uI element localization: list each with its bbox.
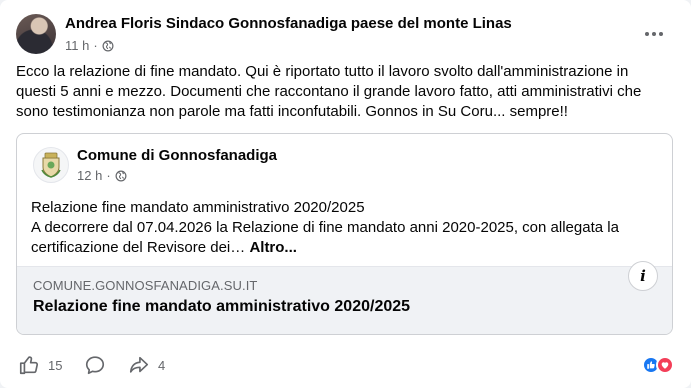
- author-avatar[interactable]: [16, 14, 56, 54]
- globe-icon: [115, 170, 127, 181]
- info-icon[interactable]: i: [628, 261, 658, 291]
- share-icon: [129, 356, 149, 373]
- shared-post-meta: 12 h ·: [77, 168, 127, 183]
- meta-separator: ·: [93, 38, 98, 53]
- shared-post[interactable]: Comune di Gonnosfanadiga 12 h · Relazion…: [16, 133, 673, 335]
- shared-post-time[interactable]: 12 h: [77, 168, 102, 183]
- link-preview[interactable]: COMUNE.GONNOSFANADIGA.SU.IT Relazione fi…: [17, 261, 672, 334]
- like-count: 15: [48, 357, 63, 373]
- post-text: Ecco la relazione di fine mandato. Qui è…: [16, 63, 642, 120]
- shared-post-body: A decorrere dal 07.04.2026 la Relazione …: [31, 218, 651, 258]
- post-card: Andrea Floris Sindaco Gonnosfanadiga pae…: [0, 0, 691, 388]
- like-button[interactable]: 15: [18, 354, 62, 376]
- comment-button[interactable]: [84, 354, 106, 376]
- post-time[interactable]: 11 h: [65, 38, 89, 53]
- more-options-icon[interactable]: [640, 22, 668, 46]
- share-count: 4: [158, 357, 166, 373]
- globe-icon: [102, 40, 114, 51]
- coat-of-arms-icon: [41, 152, 61, 178]
- share-button[interactable]: 4: [128, 354, 165, 376]
- page-avatar[interactable]: [33, 147, 69, 183]
- post-footer: 15 4: [16, 352, 676, 380]
- shared-post-line1: Relazione fine mandato amministrativo 20…: [31, 199, 365, 216]
- meta-separator: ·: [106, 168, 111, 183]
- reaction-summary[interactable]: [642, 356, 674, 374]
- page-name[interactable]: Comune di Gonnosfanadiga: [77, 147, 277, 164]
- thumbs-up-icon: [19, 356, 38, 375]
- author-name[interactable]: Andrea Floris Sindaco Gonnosfanadiga pae…: [65, 15, 512, 32]
- comment-icon: [85, 356, 105, 375]
- post-header: Andrea Floris Sindaco Gonnosfanadiga pae…: [16, 12, 676, 60]
- shared-post-line2: A decorrere dal 07.04.2026 la Relazione …: [31, 219, 619, 256]
- love-reaction-icon: [656, 356, 674, 374]
- post-meta: 11 h ·: [65, 38, 114, 53]
- shared-post-text: Relazione fine mandato amministrativo 20…: [31, 198, 651, 258]
- link-domain: COMUNE.GONNOSFANADIGA.SU.IT: [33, 278, 258, 293]
- see-more-link[interactable]: Altro...: [249, 239, 297, 256]
- link-title[interactable]: Relazione fine mandato amministrativo 20…: [33, 298, 410, 316]
